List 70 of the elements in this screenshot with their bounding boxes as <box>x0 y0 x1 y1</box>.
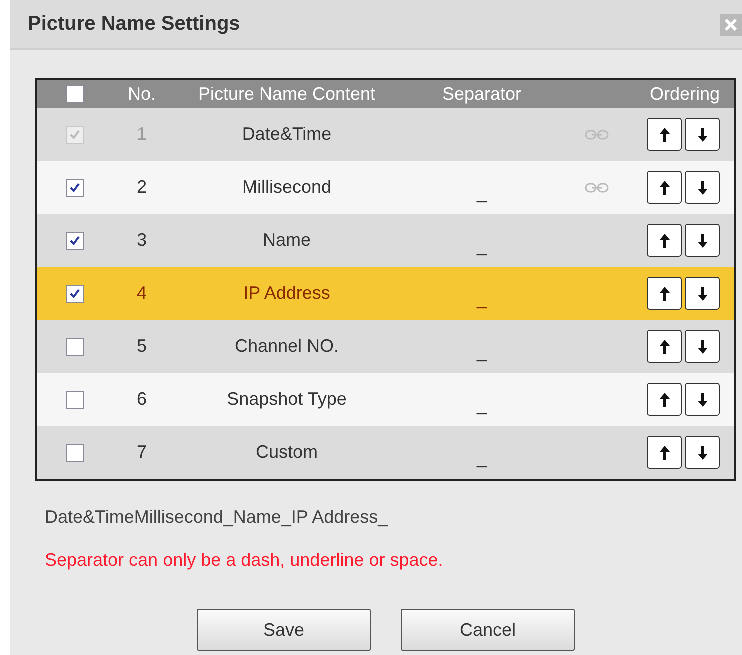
separator-cell-text: _ <box>476 395 488 416</box>
down-arrow-icon <box>696 180 708 196</box>
up-arrow-icon <box>658 444 670 460</box>
move-down-button[interactable] <box>685 277 720 310</box>
up-arrow-icon <box>658 392 670 408</box>
down-arrow-icon <box>696 232 708 248</box>
close-icon <box>725 19 737 31</box>
down-arrow-icon <box>696 392 708 408</box>
save-button[interactable]: Save <box>197 609 371 651</box>
content-cell-text: Channel NO. <box>234 336 340 357</box>
checkbox[interactable] <box>66 178 84 196</box>
checkmark-icon <box>68 128 80 140</box>
number-cell-text: 7 <box>136 442 148 463</box>
move-down-button[interactable] <box>685 436 720 469</box>
content-cell-text: Name <box>262 230 312 251</box>
move-up-button[interactable] <box>647 330 682 363</box>
checkbox[interactable] <box>66 85 84 103</box>
dialog-title: Picture Name Settings <box>28 12 240 36</box>
number-cell-text: 1 <box>136 124 148 145</box>
down-arrow-icon <box>696 444 708 460</box>
cancel-button[interactable]: Cancel <box>401 609 575 651</box>
column-header: Ordering <box>648 84 721 104</box>
separator-cell-text: _ <box>476 236 488 257</box>
up-arrow-icon <box>658 286 670 302</box>
separator-cell-text: _ <box>476 448 488 469</box>
column-header: Picture Name Content <box>197 84 377 104</box>
checkbox[interactable] <box>66 390 84 408</box>
name-preview: Date&TimeMillisecond_Name_IP Address_ <box>45 507 390 528</box>
separator-cell-text: _ <box>476 342 488 363</box>
content-cell-text: Snapshot Type <box>226 389 348 410</box>
content-cell-text: Date&Time <box>241 124 333 145</box>
checkbox[interactable] <box>66 232 84 250</box>
up-arrow-icon <box>658 232 670 248</box>
column-header: No. <box>126 84 157 104</box>
table-row[interactable]: 6 Snapshot Type _ <box>37 373 734 426</box>
checkbox[interactable] <box>66 338 84 356</box>
down-arrow-icon <box>696 338 708 354</box>
up-arrow-icon <box>658 126 670 142</box>
up-arrow-icon <box>658 338 670 354</box>
content-cell-text: IP Address <box>242 283 332 304</box>
down-arrow-icon <box>696 126 708 142</box>
down-arrow-icon <box>696 286 708 302</box>
number-cell-text: 5 <box>136 336 148 357</box>
move-up-button[interactable] <box>647 383 682 416</box>
move-up-button[interactable] <box>647 277 682 310</box>
move-up-button[interactable] <box>647 224 682 257</box>
move-down-button[interactable] <box>685 224 720 257</box>
move-up-button[interactable] <box>647 436 682 469</box>
checkbox[interactable] <box>66 444 84 462</box>
number-cell-text: 2 <box>136 177 148 198</box>
separator-cell-text: _ <box>476 183 488 204</box>
move-down-button[interactable] <box>685 383 720 416</box>
move-down-button[interactable] <box>685 330 720 363</box>
table-row[interactable]: 2 Millisecond _ <box>37 161 734 214</box>
checkbox[interactable] <box>66 284 84 302</box>
separator-cell-text: _ <box>476 289 488 310</box>
content-cell-text: Millisecond <box>241 177 333 198</box>
warning-text: Separator can only be a dash, underline or space. <box>45 550 444 571</box>
number-cell-text: 6 <box>136 389 148 410</box>
checkmark-icon <box>68 234 80 246</box>
number-cell-text: 3 <box>136 230 148 251</box>
table-row[interactable]: 4 IP Address _ <box>37 267 734 320</box>
checkmark-icon <box>68 182 80 194</box>
move-down-button[interactable] <box>685 171 720 204</box>
checkmark-icon <box>68 288 80 300</box>
move-up-button[interactable] <box>647 171 682 204</box>
up-arrow-icon <box>658 180 670 196</box>
number-cell-text: 4 <box>136 283 148 304</box>
content-cell-text: Custom <box>254 442 319 463</box>
column-header: Separator <box>441 84 523 104</box>
